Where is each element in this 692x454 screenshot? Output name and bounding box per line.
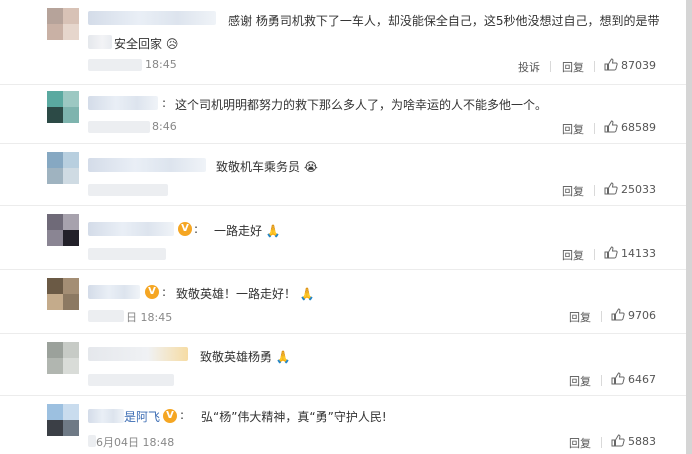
avatar[interactable] (47, 8, 79, 40)
reply-button[interactable]: 回复 (562, 183, 584, 199)
username-blurred[interactable] (88, 11, 216, 25)
thumbs-up-icon (611, 308, 625, 321)
thumbs-up-icon (611, 434, 625, 447)
divider (601, 311, 602, 322)
colon: : (194, 222, 199, 236)
username[interactable]: 是阿飞 (124, 408, 160, 425)
comment-time: 6月04日 18:48 (96, 436, 175, 449)
like-button[interactable]: 68589 (604, 120, 656, 134)
date-blurred (88, 121, 150, 133)
comment-time: 18:45 (145, 58, 177, 71)
username-blurred[interactable] (88, 285, 140, 299)
text-blurred (88, 35, 112, 49)
date-blurred (88, 374, 174, 386)
comment-text: 这个司机明明都努力的救下那么多人了，为啥幸运的人不能多他一个。 (175, 98, 548, 112)
comment-text: 弘“杨”伟大精神，真“勇”守护人民! (201, 410, 387, 424)
like-count: 6467 (628, 373, 656, 386)
date-blurred (88, 310, 124, 322)
comment-item: 致敬机车乘务员 😭 回复 25033 (0, 144, 692, 206)
username-blurred[interactable] (88, 409, 124, 423)
divider (601, 437, 602, 448)
pray-emoji-icon: 🙏 (265, 224, 281, 238)
comment-text: 致敬机车乘务员 😭 (216, 160, 318, 174)
page-edge (686, 0, 692, 454)
avatar[interactable] (47, 152, 79, 184)
username-blurred[interactable] (88, 96, 158, 110)
pray-emoji-icon: 🙏 (275, 350, 291, 364)
verified-badge-icon: V (178, 222, 192, 236)
date-blurred (88, 435, 96, 447)
like-button[interactable]: 14133 (604, 246, 656, 260)
like-count: 9706 (628, 309, 656, 322)
comment-item: : 这个司机明明都努力的救下那么多人了，为啥幸运的人不能多他一个。 8:46 回… (0, 85, 692, 144)
reply-button[interactable]: 回复 (569, 435, 591, 451)
comment-text: 致敬英雄！一路走好！ 🙏 (176, 287, 315, 301)
colon: : (162, 96, 167, 110)
crying-emoji-icon: 😭 (303, 160, 318, 174)
date-blurred (88, 184, 168, 196)
colon: : (162, 285, 167, 299)
username-blurred[interactable] (88, 222, 174, 236)
divider (594, 185, 595, 196)
comment-text: 致敬英雄杨勇 🙏 (200, 350, 291, 364)
reply-button[interactable]: 回复 (562, 121, 584, 137)
comment-text-continued: 安全回家 😥 (114, 37, 179, 51)
like-count: 5883 (628, 435, 656, 448)
like-button[interactable]: 25033 (604, 182, 656, 196)
comment-item: 感谢 杨勇司机救下了一车人，却没能保全自己，这5秒他没想过自己，想到的是带 安全… (0, 0, 692, 85)
date-blurred (88, 59, 142, 71)
colon: : (180, 408, 185, 422)
thumbs-up-icon (604, 246, 618, 259)
reply-button[interactable]: 回复 (562, 59, 584, 75)
like-count: 87039 (621, 59, 656, 72)
like-button[interactable]: 6467 (611, 372, 656, 386)
verified-badge-icon: V (163, 409, 177, 423)
comment-list: 感谢 杨勇司机救下了一车人，却没能保全自己，这5秒他没想过自己，想到的是带 安全… (0, 0, 692, 454)
like-button[interactable]: 9706 (611, 308, 656, 322)
avatar[interactable] (47, 278, 79, 310)
like-count: 14133 (621, 247, 656, 260)
like-button[interactable]: 87039 (604, 58, 656, 72)
like-count: 25033 (621, 183, 656, 196)
thumbs-up-icon (611, 372, 625, 385)
reply-button[interactable]: 回复 (562, 247, 584, 263)
comment-text: 感谢 杨勇司机救下了一车人，却没能保全自己，这5秒他没想过自己，想到的是带 (228, 14, 660, 28)
divider (594, 123, 595, 134)
thumbs-up-icon (604, 120, 618, 133)
report-button[interactable]: 投诉 (518, 59, 540, 75)
divider (594, 61, 595, 72)
thumbs-up-icon (604, 58, 618, 71)
avatar[interactable] (47, 404, 79, 436)
username-blurred[interactable] (88, 158, 206, 172)
divider (594, 249, 595, 260)
pray-emoji-icon: 🙏 (299, 287, 315, 301)
comment-time: 8:46 (152, 120, 177, 133)
date-blurred (88, 248, 166, 260)
comment-item: 是阿飞 V : 弘“杨”伟大精神，真“勇”守护人民! 6月04日 18:48 回… (0, 396, 692, 454)
username-blurred[interactable] (88, 347, 188, 361)
thumbs-up-icon (604, 182, 618, 195)
reply-button[interactable]: 回复 (569, 373, 591, 389)
reply-button[interactable]: 回复 (569, 309, 591, 325)
comment-item: 致敬英雄杨勇 🙏 回复 6467 (0, 334, 692, 396)
like-count: 68589 (621, 121, 656, 134)
like-button[interactable]: 5883 (611, 434, 656, 448)
avatar[interactable] (47, 342, 79, 374)
comment-text: 一路走好 🙏 (214, 224, 281, 238)
verified-badge-icon: V (145, 285, 159, 299)
avatar[interactable] (47, 214, 79, 246)
divider (601, 375, 602, 386)
divider (550, 61, 551, 72)
comment-item: V : 致敬英雄！一路走好！ 🙏 日 18:45 回复 9706 (0, 270, 692, 334)
comment-item: V : 一路走好 🙏 回复 14133 (0, 206, 692, 270)
sad-emoji-icon: 😥 (165, 37, 179, 51)
comment-time: 日 18:45 (126, 311, 173, 324)
avatar[interactable] (47, 91, 79, 123)
